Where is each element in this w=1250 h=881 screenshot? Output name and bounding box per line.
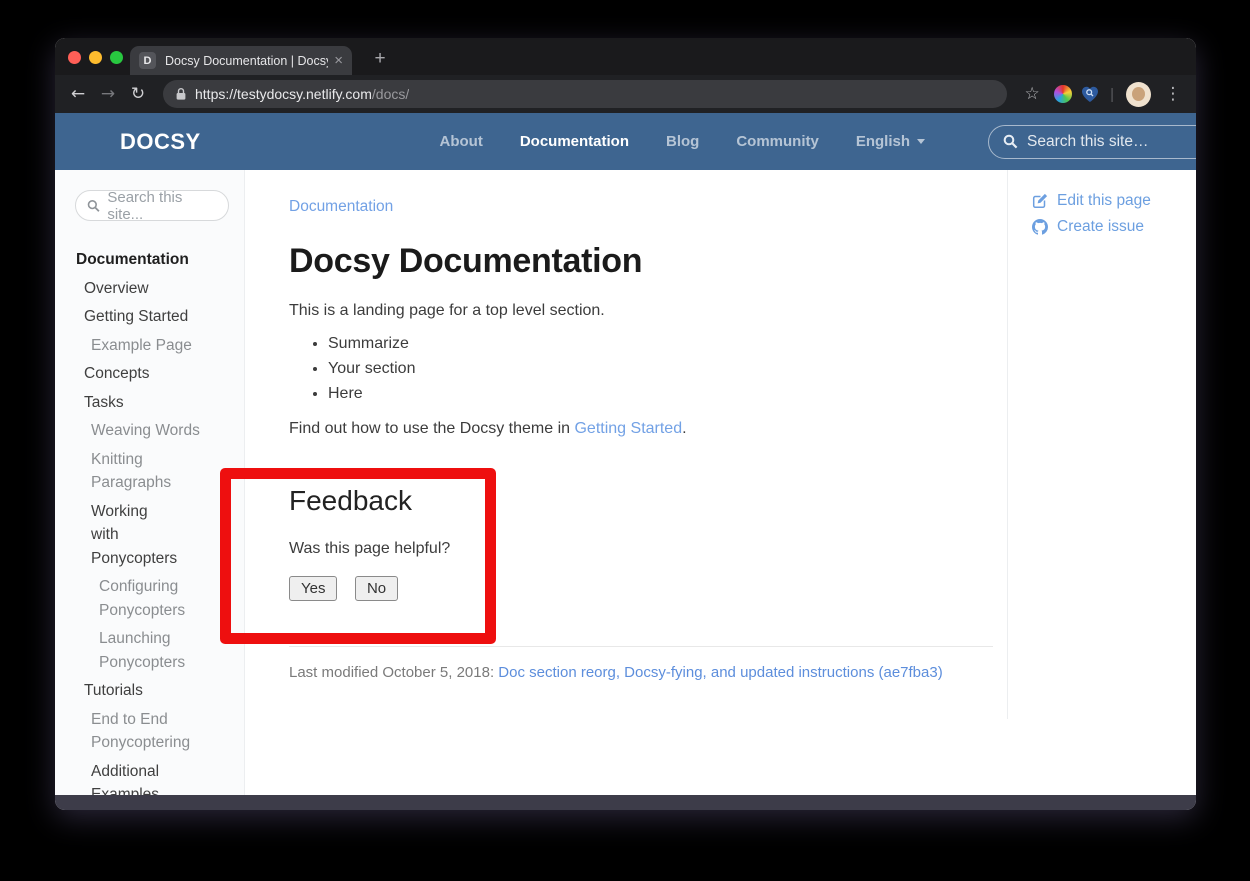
url-host: https://testydocsy.netlify.com <box>195 86 372 102</box>
search-icon <box>1003 134 1018 149</box>
page-body: Search this site... Documentation Overvi… <box>55 170 1196 795</box>
github-icon <box>1032 219 1048 235</box>
avatar-face <box>1132 87 1145 101</box>
findout-prefix: Find out how to use the Docsy theme in <box>289 420 574 437</box>
profile-avatar[interactable] <box>1126 82 1151 107</box>
feedback-section: Feedback Was this page helpful? Yes No <box>289 485 993 601</box>
new-tab-button[interactable]: + <box>367 46 393 72</box>
sidebar-search-placeholder: Search this site... <box>107 189 217 223</box>
language-dropdown[interactable]: English <box>856 133 925 150</box>
language-label: English <box>856 133 910 150</box>
create-issue-link[interactable]: Create issue <box>1032 218 1196 236</box>
minimize-window-button[interactable] <box>89 51 102 64</box>
edit-this-page-link[interactable]: Edit this page <box>1032 192 1196 210</box>
nav-item-community[interactable]: Community <box>736 133 819 150</box>
main-content: Documentation Docsy Documentation This i… <box>245 170 1007 795</box>
bullet-item: Here <box>328 385 993 403</box>
address-bar[interactable]: https://testydocsy.netlify.com/docs/ <box>163 80 1007 108</box>
search-icon <box>87 199 100 213</box>
bullet-list: Summarize Your section Here <box>289 335 993 403</box>
url-text: https://testydocsy.netlify.com/docs/ <box>195 86 409 102</box>
toolbar-separator: | <box>1110 86 1114 103</box>
sidebar-item-launching-ponycopters[interactable]: Launching Ponycopters <box>99 627 199 674</box>
sidebar-item-tutorials[interactable]: Tutorials <box>84 679 234 703</box>
sidebar-nav-tree: Documentation Overview Getting Started E… <box>75 248 234 795</box>
url-path: /docs/ <box>372 86 409 102</box>
browser-window: D Docsy Documentation | Docsy × + ← → ↻ … <box>55 38 1196 810</box>
chevron-down-icon <box>917 139 925 144</box>
bookmark-star-icon[interactable]: ☆ <box>1019 84 1045 104</box>
tab-strip: D Docsy Documentation | Docsy × + <box>55 38 1196 75</box>
sidebar-item-additional-examples[interactable]: Additional Examples <box>91 760 204 796</box>
sidebar-item-documentation[interactable]: Documentation <box>76 248 234 272</box>
navbar-search-input[interactable]: Search this site… <box>988 125 1196 159</box>
sidebar-item-example-page[interactable]: Example Page <box>91 334 204 358</box>
findout-suffix: . <box>682 420 686 437</box>
tab-favicon: D <box>139 52 156 69</box>
commit-link[interactable]: Doc section reorg, Docsy-fying, and upda… <box>498 664 942 681</box>
back-icon[interactable]: ← <box>65 81 91 107</box>
bullet-item: Your section <box>328 360 993 378</box>
right-sidebar: Edit this page Create issue <box>1007 170 1196 719</box>
tab-title: Docsy Documentation | Docsy <box>165 54 328 68</box>
tab-close-icon[interactable]: × <box>334 52 343 69</box>
sidebar-item-tasks[interactable]: Tasks <box>84 391 234 415</box>
forward-icon[interactable]: → <box>95 81 121 107</box>
content-divider <box>289 646 993 647</box>
feedback-yes-button[interactable]: Yes <box>289 576 337 601</box>
fullscreen-window-button[interactable] <box>110 51 123 64</box>
heart-search-extension-icon[interactable] <box>1081 86 1103 103</box>
window-controls <box>68 51 123 64</box>
nav-item-documentation[interactable]: Documentation <box>520 133 629 150</box>
site-logo[interactable]: DOCSY <box>120 129 201 155</box>
browser-toolbar: ← → ↻ https://testydocsy.netlify.com/doc… <box>55 75 1196 113</box>
navbar-search-placeholder: Search this site… <box>1027 133 1148 151</box>
site-navbar: DOCSY About Documentation Blog Community… <box>55 113 1196 170</box>
sidebar-item-configuring-ponycopters[interactable]: Configuring Ponycopters <box>99 575 199 622</box>
page-title: Docsy Documentation <box>289 242 993 281</box>
browser-tab[interactable]: D Docsy Documentation | Docsy × <box>130 46 352 75</box>
sidebar-item-weaving-words[interactable]: Weaving Words <box>91 419 204 443</box>
sidebar-item-overview[interactable]: Overview <box>84 277 234 301</box>
sidebar-item-working-with-ponycopters[interactable]: Working with Ponycopters <box>91 500 171 571</box>
left-sidebar: Search this site... Documentation Overvi… <box>55 170 245 795</box>
site-footer <box>55 795 1196 810</box>
edit-this-page-label: Edit this page <box>1057 192 1151 210</box>
feedback-question: Was this page helpful? <box>289 540 993 558</box>
browser-menu-icon[interactable]: ⋮ <box>1160 84 1186 104</box>
sidebar-search-input[interactable]: Search this site... <box>75 190 229 221</box>
feedback-heading: Feedback <box>289 485 993 517</box>
sidebar-item-getting-started[interactable]: Getting Started <box>84 305 234 329</box>
last-modified-prefix: Last modified October 5, 2018: <box>289 664 498 681</box>
breadcrumb[interactable]: Documentation <box>289 198 993 216</box>
sidebar-item-knitting-paragraphs[interactable]: Knitting Paragraphs <box>91 448 204 495</box>
sidebar-item-concepts[interactable]: Concepts <box>84 362 234 386</box>
intro-paragraph: This is a landing page for a top level s… <box>289 302 993 320</box>
create-issue-label: Create issue <box>1057 218 1144 236</box>
last-modified: Last modified October 5, 2018: Doc secti… <box>289 664 993 681</box>
bullet-item: Summarize <box>328 335 993 353</box>
close-window-button[interactable] <box>68 51 81 64</box>
feedback-no-button[interactable]: No <box>355 576 398 601</box>
lock-icon <box>175 87 187 101</box>
sidebar-item-end-to-end-ponycoptering[interactable]: End to End Ponycoptering <box>91 708 204 755</box>
reload-icon[interactable]: ↻ <box>125 81 151 107</box>
navbar-links: About Documentation Blog Community Engli… <box>440 125 1197 159</box>
nav-item-about[interactable]: About <box>440 133 483 150</box>
edit-pencil-icon <box>1032 193 1048 209</box>
findout-paragraph: Find out how to use the Docsy theme in G… <box>289 420 993 438</box>
nav-item-blog[interactable]: Blog <box>666 133 699 150</box>
getting-started-link[interactable]: Getting Started <box>574 420 682 437</box>
color-wheel-extension-icon[interactable] <box>1054 85 1072 103</box>
